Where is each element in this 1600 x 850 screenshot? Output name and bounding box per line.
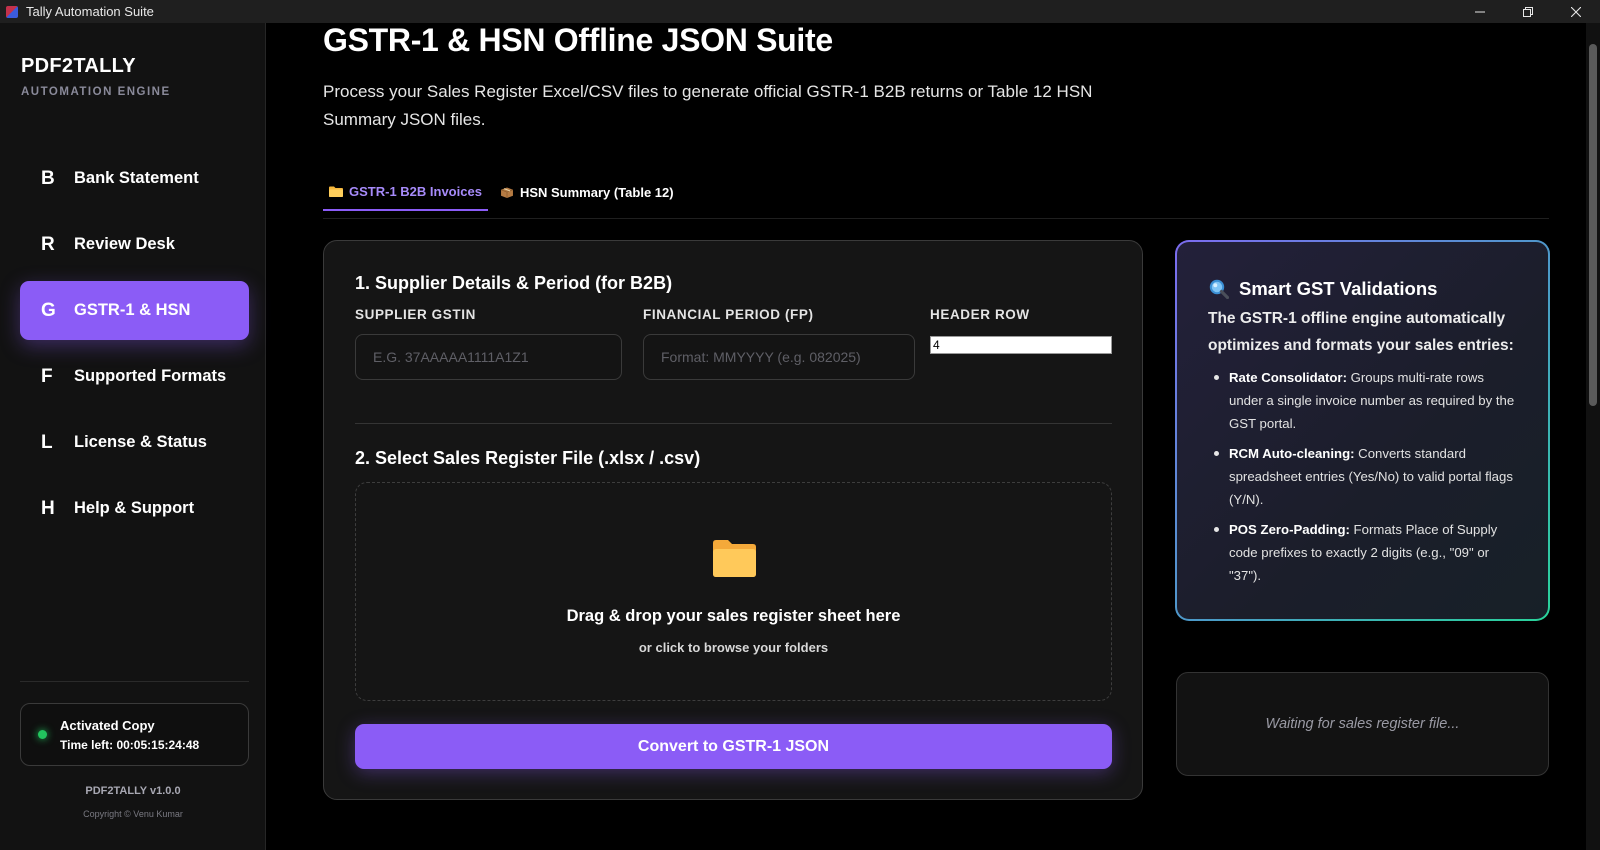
info-title: Smart GST Validations <box>1239 278 1438 299</box>
list-item-title: Rate Consolidator: <box>1229 370 1347 385</box>
brand-subtitle: AUTOMATION ENGINE <box>21 86 171 98</box>
header-row-label: HEADER ROW <box>930 307 1030 322</box>
dropzone-title: Drag & drop your sales register sheet he… <box>566 607 901 625</box>
app-version: PDF2TALLY v1.0.0 <box>85 785 181 797</box>
sidebar-item-label: Help & Support <box>74 499 195 517</box>
info-description: The GSTR-1 offline engine automatically … <box>1208 310 1514 354</box>
nav-letter: L <box>41 431 53 453</box>
sidebar: PDF2TALLY AUTOMATION ENGINE B Bank State… <box>0 23 266 850</box>
sidebar-divider <box>20 681 249 682</box>
window-title: Tally Automation Suite <box>26 4 154 19</box>
sidebar-item-label: Review Desk <box>74 235 175 253</box>
scrollbar-thumb[interactable] <box>1589 44 1597 406</box>
nav-letter: F <box>41 365 53 387</box>
status-title: Activated Copy <box>60 718 155 733</box>
list-item: RCM Auto-cleaning: Converts standard spr… <box>1209 442 1519 511</box>
sidebar-item-help-support[interactable]: H Help & Support <box>20 479 249 538</box>
tab-divider <box>323 218 1549 219</box>
close-icon[interactable] <box>1552 0 1600 23</box>
sidebar-item-gstr1-hsn[interactable]: G GSTR-1 & HSN <box>20 281 249 340</box>
sidebar-item-supported-formats[interactable]: F Supported Formats <box>20 347 249 406</box>
section-divider <box>355 423 1112 424</box>
window-titlebar: Tally Automation Suite <box>0 0 1600 23</box>
sidebar-nav: B Bank Statement R Review Desk G GSTR-1 … <box>20 149 249 545</box>
period-input[interactable] <box>643 334 915 380</box>
list-item: Rate Consolidator: Groups multi-rate row… <box>1209 366 1519 435</box>
sidebar-item-label: Supported Formats <box>74 367 227 385</box>
brand-name: PDF2TALLY <box>21 55 136 77</box>
magnifier-icon <box>1209 279 1229 299</box>
gstin-label: SUPPLIER GSTIN <box>355 307 476 322</box>
license-status-card: Activated Copy Time left: 00:05:15:24:48 <box>20 703 249 766</box>
status-time-left: Time left: 00:05:15:24:48 <box>60 738 200 752</box>
nav-letter: B <box>41 167 55 189</box>
copyright: Copyright © Venu Kumar <box>83 809 183 819</box>
folder-icon <box>713 540 756 577</box>
info-card: Smart GST Validations The GSTR-1 offline… <box>1176 241 1549 620</box>
list-item-title: RCM Auto-cleaning: <box>1229 446 1355 461</box>
header-row-input[interactable] <box>930 336 1112 354</box>
package-icon <box>500 186 514 198</box>
sidebar-item-label: Bank Statement <box>74 169 199 187</box>
tab-gstr1-b2b[interactable]: GSTR-1 B2B Invoices <box>323 173 488 211</box>
page-description: Process your Sales Register Excel/CSV fi… <box>323 82 1093 129</box>
section-title-supplier: 1. Supplier Details & Period (for B2B) <box>355 273 673 293</box>
file-dropzone[interactable]: Drag & drop your sales register sheet he… <box>355 482 1112 701</box>
sidebar-item-bank-statement[interactable]: B Bank Statement <box>20 149 249 208</box>
info-list: Rate Consolidator: Groups multi-rate row… <box>1209 366 1519 594</box>
window-controls <box>1456 0 1600 23</box>
scrollbar[interactable] <box>1586 23 1600 850</box>
app-icon <box>6 5 18 18</box>
sidebar-item-license-status[interactable]: L License & Status <box>20 413 249 472</box>
sidebar-item-review-desk[interactable]: R Review Desk <box>20 215 249 274</box>
tab-label: GSTR-1 B2B Invoices <box>349 183 482 199</box>
minimize-icon[interactable] <box>1456 0 1504 23</box>
section-title-file: 2. Select Sales Register File (.xlsx / .… <box>355 448 701 468</box>
nav-letter: G <box>41 299 56 321</box>
convert-button[interactable]: Convert to GSTR-1 JSON <box>355 724 1112 769</box>
tab-label: HSN Summary (Table 12) <box>519 184 674 200</box>
dropzone-subtitle: or click to browse your folders <box>638 640 829 655</box>
folder-icon <box>329 186 343 197</box>
tab-hsn-summary[interactable]: HSN Summary (Table 12) <box>494 173 680 211</box>
waiting-text: Waiting for sales register file... <box>1265 716 1460 732</box>
restore-icon[interactable] <box>1504 0 1552 23</box>
b2b-form-card: 1. Supplier Details & Period (for B2B) S… <box>323 240 1143 800</box>
page-title: GSTR-1 & HSN Offline JSON Suite <box>323 22 833 58</box>
list-item-title: POS Zero-Padding: <box>1229 522 1350 537</box>
nav-letter: R <box>41 233 55 255</box>
sidebar-item-label: License & Status <box>74 433 207 451</box>
info-title-row: Smart GST Validations <box>1209 278 1437 300</box>
tab-bar: GSTR-1 B2B Invoices HSN Summary (Table 1… <box>323 173 686 211</box>
status-output-card: Waiting for sales register file... <box>1176 672 1549 776</box>
nav-letter: H <box>41 497 55 519</box>
sidebar-item-label: GSTR-1 & HSN <box>74 301 191 319</box>
gstin-input[interactable] <box>355 334 622 380</box>
status-dot-icon <box>38 730 47 739</box>
list-item: POS Zero-Padding: Formats Place of Suppl… <box>1209 518 1519 587</box>
period-label: FINANCIAL PERIOD (FP) <box>643 307 814 322</box>
